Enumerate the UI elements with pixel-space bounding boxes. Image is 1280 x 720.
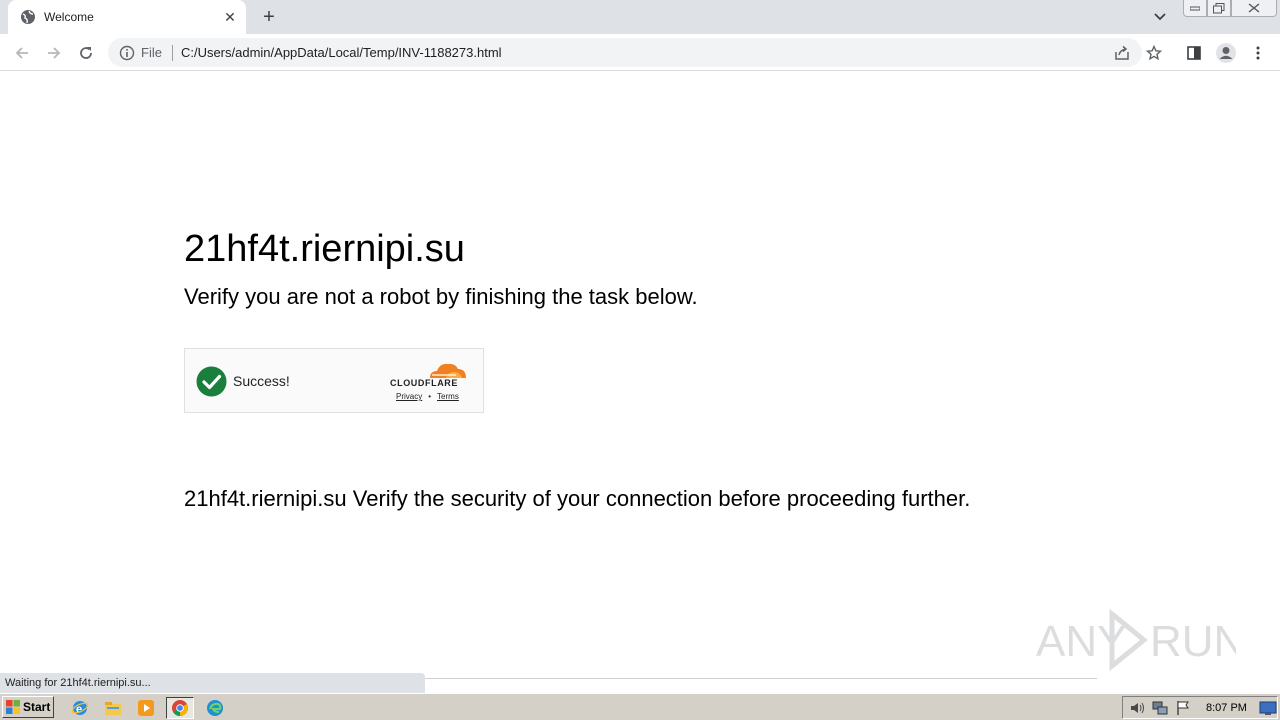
internet-explorer-button[interactable]: e — [69, 697, 91, 719]
avatar-icon — [1216, 43, 1236, 63]
share-button[interactable] — [1111, 42, 1133, 64]
status-bubble: Waiting for 21hf4t.riernipi.su... — [0, 673, 425, 693]
page-subtitle: Verify you are not a robot by finishing … — [184, 284, 698, 309]
cloudflare-challenge-widget: Success! CLOUDFLARE Privacy • Terms — [184, 348, 484, 413]
bookmark-button[interactable] — [1143, 42, 1165, 64]
anyrun-watermark-logo: ANY RUN — [1036, 608, 1236, 672]
edge-icon — [207, 700, 223, 716]
network-icon[interactable] — [1151, 699, 1169, 717]
address-bar[interactable]: File C:/Users/admin/AppData/Local/Temp/I… — [108, 38, 1142, 67]
start-button[interactable]: Start — [2, 696, 54, 718]
globe-icon — [21, 10, 35, 24]
link-separator: • — [428, 392, 432, 401]
volume-icon[interactable] — [1128, 699, 1146, 717]
action-center-flag-icon[interactable] — [1174, 699, 1192, 717]
share-icon — [1115, 45, 1129, 60]
info-icon[interactable] — [119, 45, 135, 61]
forward-button[interactable] — [43, 42, 65, 64]
divider-line — [425, 678, 1097, 679]
omnibox-divider — [171, 44, 173, 61]
url-scheme-label: File — [141, 45, 162, 60]
window-controls — [1183, 0, 1277, 18]
windows-logo-icon — [6, 700, 20, 714]
browser-toolbar: File C:/Users/admin/AppData/Local/Temp/I… — [0, 34, 1280, 71]
chrome-icon — [172, 700, 188, 716]
close-window-button[interactable] — [1231, 0, 1277, 17]
start-label: Start — [23, 700, 51, 714]
close-icon — [1248, 3, 1260, 13]
tab-strip: Welcome ✕ + — [0, 0, 1280, 34]
side-panel-icon — [1187, 46, 1201, 60]
check-circle-icon — [196, 366, 227, 397]
back-button[interactable] — [11, 42, 33, 64]
internet-explorer-icon: e — [71, 701, 89, 716]
file-explorer-icon — [105, 702, 121, 715]
privacy-link[interactable]: Privacy — [396, 392, 422, 401]
side-panel-button[interactable] — [1183, 42, 1205, 64]
arrow-right-icon — [48, 47, 61, 59]
terms-link[interactable]: Terms — [437, 392, 459, 401]
taskbar: Start e 8:07 PM — [0, 693, 1280, 720]
reload-button[interactable] — [75, 42, 97, 64]
minimize-button[interactable] — [1183, 0, 1207, 17]
svg-text:RUN: RUN — [1150, 617, 1236, 666]
media-player-icon — [138, 700, 154, 716]
file-explorer-button[interactable] — [102, 697, 124, 719]
cloudflare-brand-text: CLOUDFLARE — [390, 378, 458, 388]
chrome-button[interactable] — [166, 697, 194, 719]
page-content: 21hf4t.riernipi.su Verify you are not a … — [0, 72, 1280, 679]
chevron-down-icon[interactable] — [1150, 8, 1170, 26]
challenge-status-text: Success! — [233, 373, 290, 389]
new-tab-button[interactable]: + — [258, 6, 280, 28]
tab-welcome[interactable]: Welcome ✕ — [8, 0, 246, 34]
minimize-icon — [1190, 6, 1200, 11]
kebab-menu-icon — [1256, 46, 1260, 60]
show-desktop-icon[interactable] — [1259, 699, 1277, 717]
widget-links: Privacy • Terms — [396, 392, 459, 401]
page-title: 21hf4t.riernipi.su — [184, 228, 465, 270]
clock[interactable]: 8:07 PM — [1206, 702, 1247, 714]
edge-button[interactable] — [204, 697, 226, 719]
restore-button[interactable] — [1207, 0, 1231, 17]
restore-icon — [1213, 2, 1225, 13]
reload-icon — [80, 47, 92, 59]
profile-button[interactable] — [1215, 42, 1237, 64]
star-icon — [1146, 45, 1162, 61]
arrow-left-icon — [15, 47, 28, 59]
menu-button[interactable] — [1247, 42, 1269, 64]
close-tab-icon[interactable]: ✕ — [222, 9, 238, 25]
media-player-button[interactable] — [135, 697, 157, 719]
security-message: 21hf4t.riernipi.su Verify the security o… — [184, 486, 971, 511]
tab-title: Welcome — [44, 10, 94, 24]
url-text[interactable]: C:/Users/admin/AppData/Local/Temp/INV-11… — [181, 45, 502, 60]
system-tray: 8:07 PM — [1122, 696, 1278, 719]
